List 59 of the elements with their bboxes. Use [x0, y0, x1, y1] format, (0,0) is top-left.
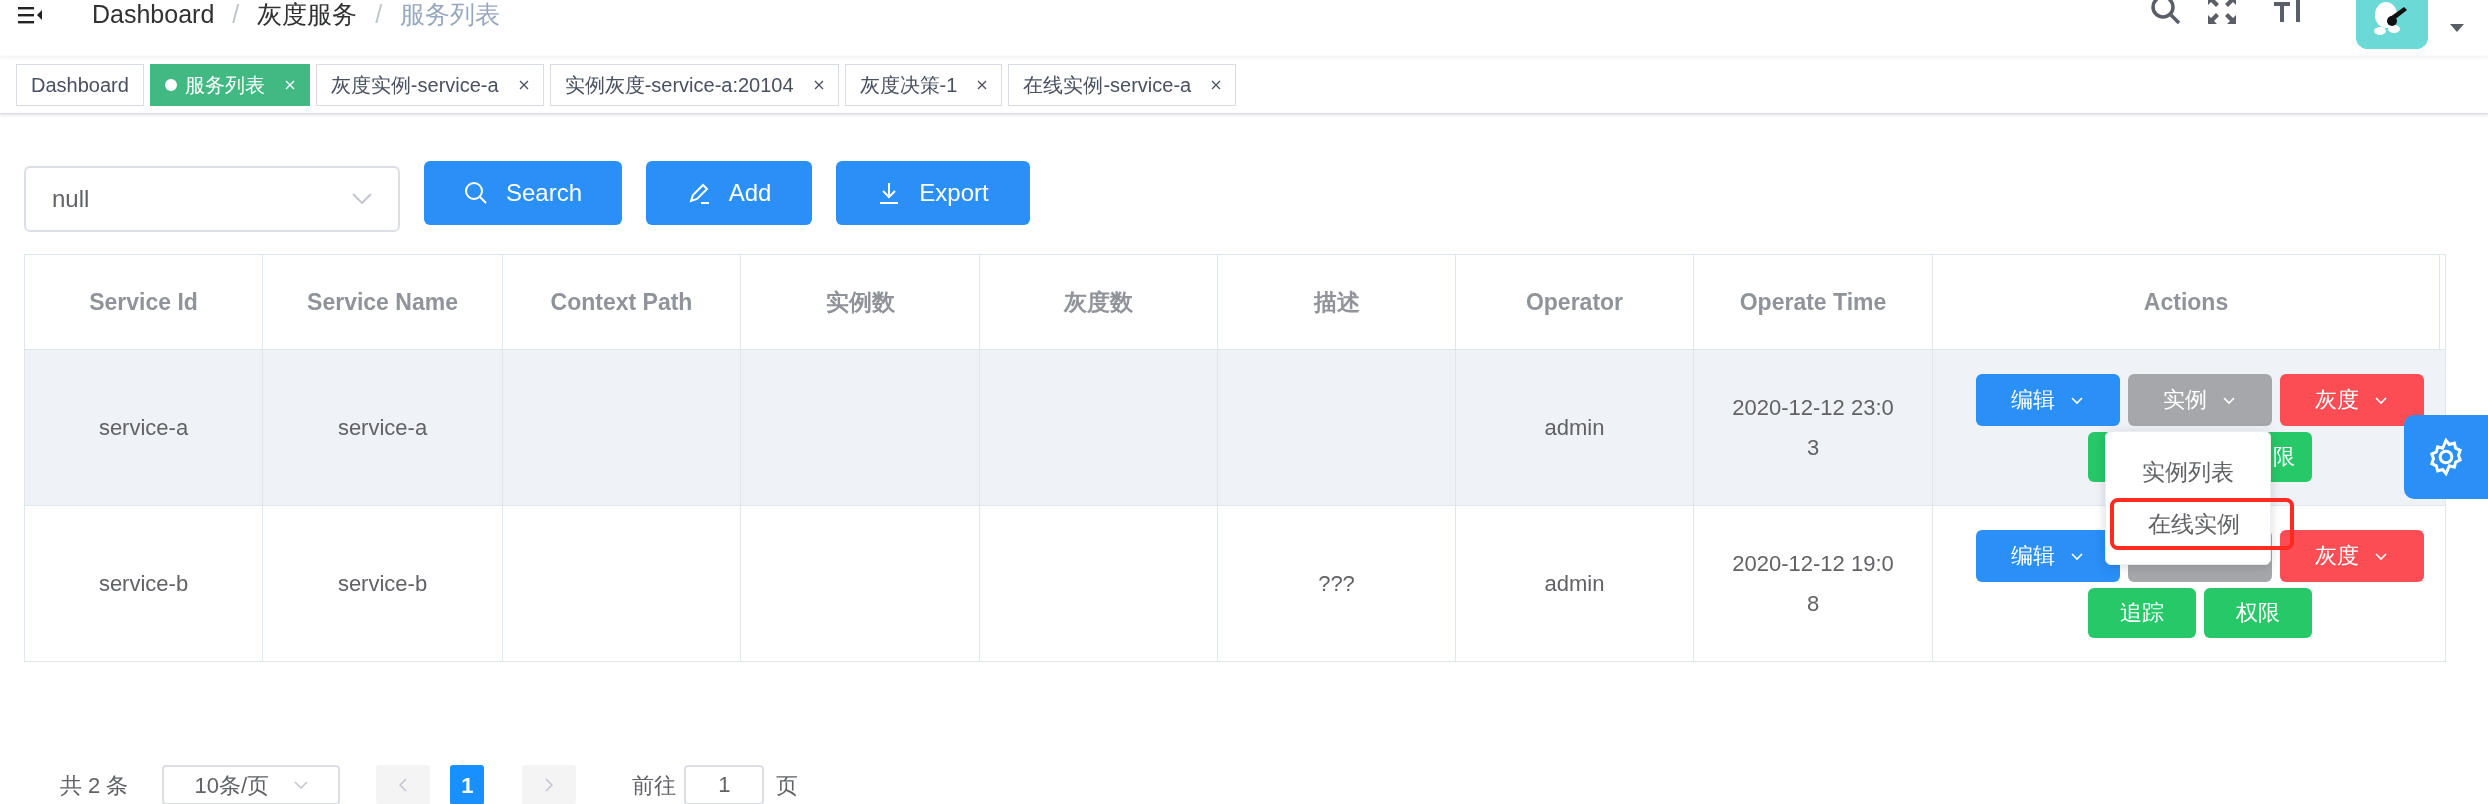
caret-icon[interactable] — [2450, 24, 2464, 32]
table-cell-text: service-a — [337, 413, 428, 442]
action-button[interactable]: 编辑 — [1975, 373, 2120, 426]
close-icon[interactable] — [1211, 79, 1222, 90]
column-header: 实例数 — [825, 287, 895, 317]
chevron-left-icon — [399, 778, 408, 792]
tag[interactable]: 灰度实例-service-a — [315, 63, 544, 106]
toolbar-button[interactable]: Search — [424, 161, 622, 225]
table-cell-text: service-a — [98, 413, 189, 442]
search-icon[interactable] — [2150, 0, 2182, 26]
column-header: Context Path — [550, 287, 693, 317]
table-cell-text: admin — [1544, 413, 1605, 442]
table-cell-text: admin — [1544, 569, 1605, 598]
table-cell-text: service-b — [98, 569, 189, 598]
fullscreen-icon[interactable] — [2206, 0, 2238, 26]
column-header: Service Id — [89, 287, 198, 317]
menu-icon[interactable] — [18, 6, 42, 24]
table-cell-text: 2020-12-12 19:08 — [1731, 549, 1895, 618]
tag[interactable]: 灰度决策-1 — [844, 63, 1003, 106]
breadcrumb-item: 服务列表 — [400, 0, 501, 31]
column-header: Actions — [2143, 287, 2229, 317]
close-icon[interactable] — [813, 79, 824, 90]
breadcrumb-item[interactable]: 灰度服务 — [257, 0, 358, 34]
breadcrumb-separator: / — [375, 0, 383, 31]
tag[interactable]: Dashboard — [16, 63, 144, 106]
breadcrumb-item[interactable]: Dashboard — [92, 0, 215, 34]
close-icon[interactable] — [977, 79, 988, 90]
search-icon — [463, 181, 488, 205]
toolbar-button[interactable]: Export — [836, 161, 1030, 225]
close-icon[interactable] — [518, 79, 529, 90]
column-header: 灰度数 — [1064, 287, 1133, 317]
page-suffix: 页 — [776, 771, 799, 800]
breadcrumb-separator: / — [232, 0, 240, 31]
chevron-down-icon — [352, 193, 372, 205]
page-button[interactable]: 1 — [450, 765, 485, 804]
toolbar-button[interactable]: Add — [646, 161, 812, 225]
total-count: 共 2 条 — [60, 771, 129, 800]
column-header: 描述 — [1313, 287, 1360, 317]
menu-item[interactable]: 在线实例 — [2110, 498, 2294, 550]
action-button[interactable]: 编辑 — [1975, 529, 2120, 582]
column-header: Operator — [1525, 287, 1624, 317]
tag[interactable]: 实例灰度-service-a:20104 — [549, 63, 839, 106]
chevron-right-icon — [545, 778, 554, 792]
table-cell-text: 2020-12-12 23:03 — [1731, 393, 1895, 462]
select-field[interactable]: null — [24, 166, 400, 232]
column-header: Service Name — [307, 287, 458, 317]
pencil-icon — [686, 181, 711, 205]
column-header: Operate Time — [1739, 287, 1887, 317]
settings-button[interactable] — [2404, 415, 2488, 499]
action-button[interactable]: 灰度 — [2279, 373, 2424, 426]
goto-label: 前往 — [632, 771, 677, 800]
tag[interactable]: 在线实例-service-a — [1008, 63, 1237, 106]
page-size-select[interactable]: 10条/页 — [162, 765, 341, 804]
chevron-down-icon — [294, 781, 309, 789]
action-button[interactable]: 灰度 — [2279, 529, 2424, 582]
table-cell-text: service-b — [337, 569, 428, 598]
table-cell-text: ??? — [1318, 569, 1355, 598]
page-input[interactable]: 1 — [684, 765, 765, 804]
menu-item[interactable]: 实例列表 — [2106, 446, 2270, 498]
